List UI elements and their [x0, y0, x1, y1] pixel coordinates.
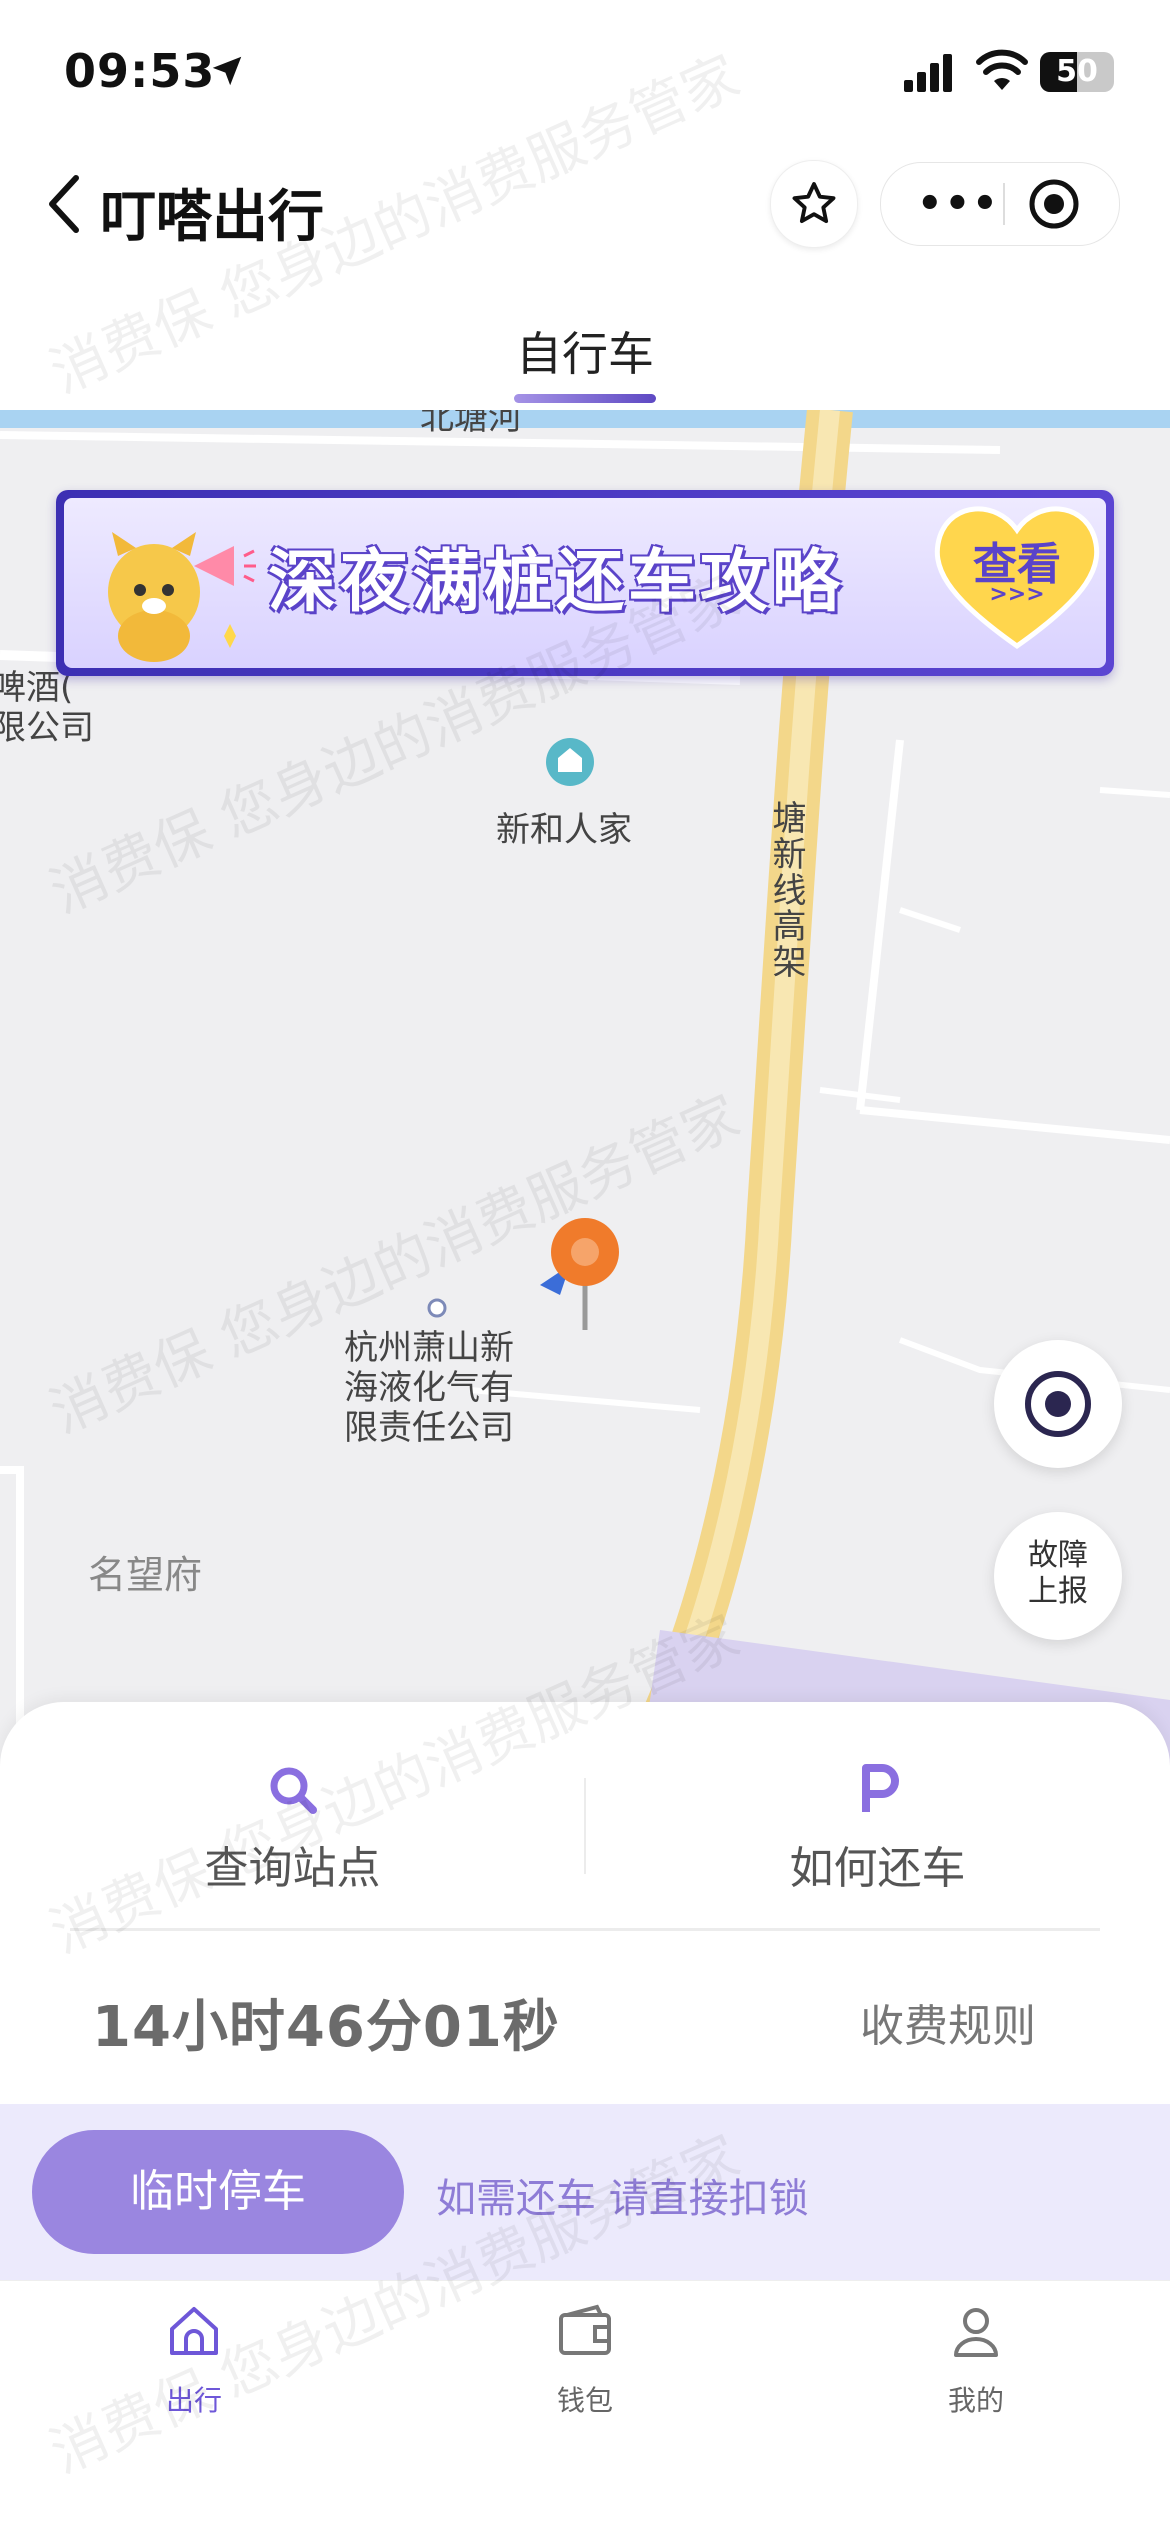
fault-report-line2: 上报 [1028, 1574, 1088, 1609]
nav-label-me: 我的 [947, 2384, 1004, 2417]
back-chevron-icon[interactable] [44, 172, 84, 236]
mascot-icon [108, 532, 256, 662]
ride-timer: 14小时46分01秒 [92, 1995, 560, 2060]
battery-indicator: 50 [1040, 52, 1114, 92]
nav-label-travel: 出行 [165, 2384, 222, 2417]
page-title: 叮嗒出行 [100, 185, 324, 250]
close-miniapp-icon[interactable] [1027, 177, 1081, 231]
cellular-signal-icon [904, 54, 952, 92]
user-icon [954, 2308, 998, 2357]
temporary-parking-button[interactable]: 临时停车 [32, 2130, 404, 2254]
how-to-return-label: 如何还车 [789, 1843, 966, 1894]
map-label-road: 塘新线高架 [766, 800, 806, 980]
wallet-icon [559, 2304, 611, 2355]
nav-item-travel[interactable]: 出行 [94, 2301, 294, 2419]
map-label-poi: 新和人家 [496, 810, 632, 850]
bottom-sheet: 查询站点 如何还车 14小时46分01秒 收费规则 [0, 1702, 1170, 2106]
search-icon [270, 1767, 317, 1814]
status-time: 09:53 [64, 44, 216, 98]
map-label-company-3: 限责任公司 [344, 1408, 514, 1448]
bottom-nav: 出行 钱包 我的 [0, 2280, 1170, 2533]
map-label-estate: 名望府 [88, 1553, 203, 1597]
how-to-return-button[interactable]: 如何还车 [585, 1762, 1170, 1896]
fee-rules-link[interactable]: 收费规则 [860, 1990, 1036, 2054]
more-options-icon[interactable]: ••• [917, 184, 1000, 224]
battery-level: 50 [1056, 54, 1098, 89]
locate-icon [1025, 1371, 1091, 1437]
promo-banner[interactable]: 深夜满桩还车攻略 查看 >>> [56, 490, 1114, 676]
tab-bicycle[interactable]: 自行车 [500, 318, 670, 384]
fault-report-line1: 故障 [1028, 1538, 1088, 1573]
locate-me-button[interactable] [994, 1340, 1122, 1468]
tab-indicator [514, 394, 656, 403]
nav-item-me[interactable]: 我的 [876, 2301, 1076, 2419]
banner-title: 深夜满桩还车攻略 [268, 543, 845, 622]
star-icon [792, 182, 836, 224]
miniapp-capsule: ••• [880, 162, 1120, 246]
parking-icon [861, 1764, 899, 1812]
nav-label-wallet: 钱包 [556, 2384, 613, 2417]
location-arrow-icon [212, 56, 242, 86]
fault-report-button[interactable]: 故障 上报 [994, 1512, 1122, 1640]
favorite-button[interactable] [770, 160, 858, 248]
banner-cta-arrows: >>> [989, 582, 1045, 607]
home-icon [170, 2307, 218, 2355]
nav-item-wallet[interactable]: 钱包 [485, 2301, 685, 2419]
query-stations-label: 查询站点 [204, 1843, 381, 1894]
banner-view-button[interactable]: 查看 >>> [926, 496, 1108, 656]
wifi-icon [976, 49, 1028, 90]
map-label-river: 北塘河 [420, 410, 522, 438]
return-hint: 如需还车 请直接扣锁 [436, 2176, 809, 2222]
query-stations-button[interactable]: 查询站点 [0, 1762, 585, 1896]
map-label-company-left-2: 限公司 [0, 708, 94, 748]
